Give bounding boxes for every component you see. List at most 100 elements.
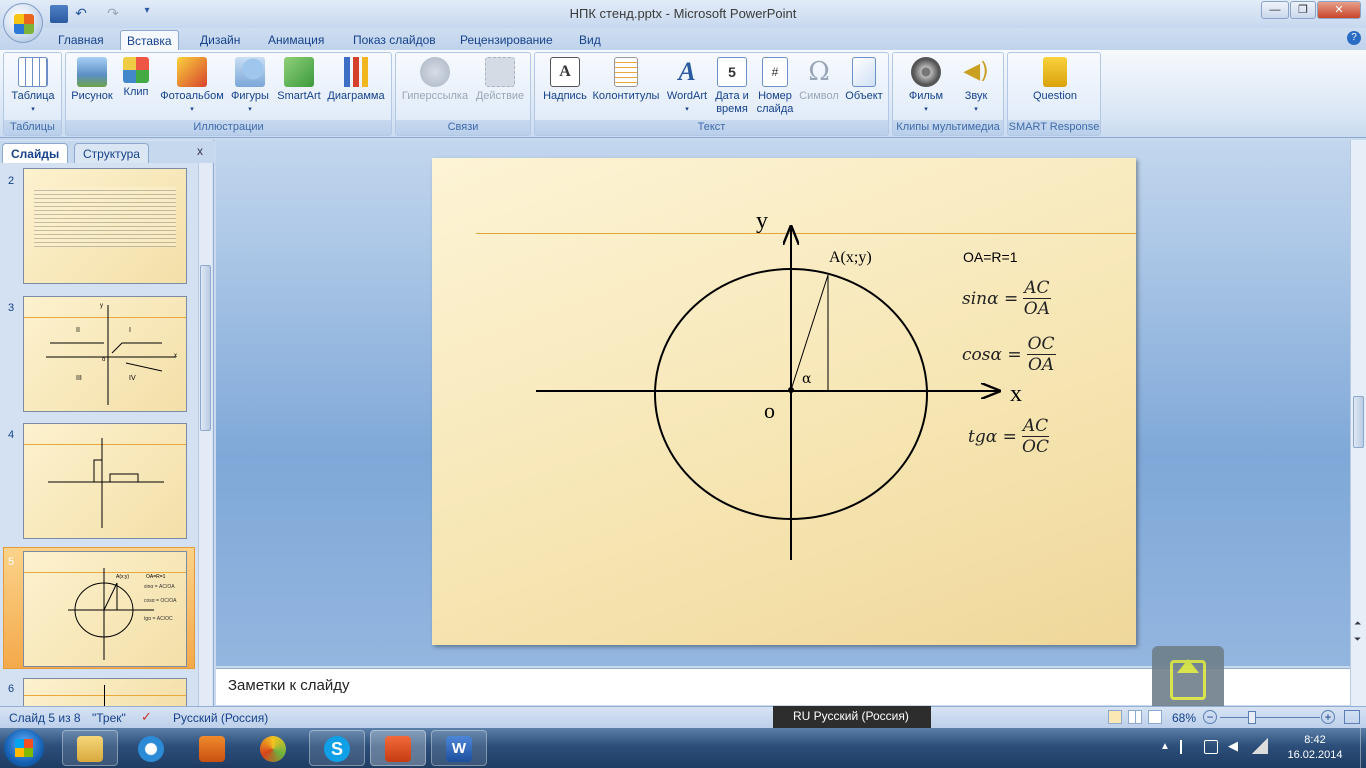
scroll-thumb[interactable] — [1353, 396, 1364, 448]
group-label: Иллюстрации — [66, 120, 391, 135]
photoalbum-icon — [177, 57, 207, 87]
symbol-button[interactable]: Ω Символ — [797, 55, 841, 103]
table-icon — [18, 57, 48, 87]
current-slide[interactable]: y x o α A(x;y) OA=R=1 sinα = AC OA cosα =… — [432, 158, 1136, 645]
slide-thumbnail-2[interactable] — [23, 168, 187, 284]
clipart-button[interactable]: Клип — [118, 55, 154, 99]
tab-design[interactable]: Дизайн — [194, 30, 246, 50]
language-bar[interactable]: RU Русский (Россия) — [773, 706, 931, 728]
previous-slide-icon[interactable]: ⏶ — [1354, 618, 1361, 629]
point-a-label: A(x;y) — [829, 249, 872, 266]
thumb-label: x — [174, 353, 177, 359]
movie-button[interactable]: Фильм ▾ — [899, 55, 953, 116]
symbol-icon: Ω — [808, 57, 830, 87]
slide-sorter-icon[interactable] — [1128, 710, 1142, 724]
slide-thumbnail-6[interactable] — [23, 678, 187, 707]
wordart-button[interactable]: A WordArt ▾ — [663, 55, 711, 116]
slide-number-button[interactable]: # Номер слайда — [753, 55, 797, 116]
slide-thumbnail-3[interactable]: II I III IV y x o — [23, 296, 187, 412]
thumb-label: III — [76, 375, 82, 382]
thumb-text-block — [34, 187, 176, 247]
close-button[interactable]: ✕ — [1317, 1, 1361, 19]
taskbar-word[interactable]: W — [431, 730, 487, 766]
close-pane-icon[interactable]: x — [197, 144, 203, 158]
hyperlink-button[interactable]: Гиперссылка — [400, 55, 470, 103]
shapes-button[interactable]: Фигуры ▾ — [228, 55, 272, 116]
picture-button[interactable]: Рисунок — [69, 55, 115, 103]
tab-outline[interactable]: Структура — [74, 143, 149, 163]
tab-home[interactable]: Главная — [52, 30, 110, 50]
ribbon-tabs: Главная Вставка Дизайн Анимация Показ сл… — [0, 28, 1366, 50]
tab-animation[interactable]: Анимация — [262, 30, 330, 50]
help-icon[interactable]: ? — [1347, 31, 1361, 45]
folder-icon — [77, 736, 103, 762]
minimize-button[interactable]: — — [1261, 1, 1289, 19]
group-label: Клипы мультимедиа — [893, 120, 1003, 135]
normal-view-icon[interactable] — [1108, 710, 1122, 724]
powerpoint-icon — [385, 736, 411, 762]
sound-button[interactable]: ◀) Звук ▾ — [953, 55, 999, 116]
taskbar-ie[interactable] — [123, 730, 179, 766]
thumb-label: y — [100, 303, 103, 309]
tab-view[interactable]: Вид — [573, 30, 607, 50]
header-footer-button[interactable]: Колонтитулы — [591, 55, 661, 103]
tab-review[interactable]: Рецензирование — [454, 30, 559, 50]
object-button[interactable]: Объект — [841, 55, 887, 103]
tab-slideshow[interactable]: Показ слайдов — [347, 30, 442, 50]
taskbar-media-player[interactable] — [184, 730, 240, 766]
slide-thumbnail-5[interactable]: A(x;y) OA=R=1 sinα = AC/OA cosα = OC/OA … — [23, 551, 187, 667]
chart-button[interactable]: Диаграмма — [324, 55, 388, 103]
scroll-thumb[interactable] — [200, 265, 211, 431]
windows-logo-icon — [15, 739, 33, 757]
app-icon — [260, 736, 286, 762]
zoom-in-icon[interactable]: + — [1321, 710, 1335, 724]
theme-name: "Трек" — [92, 711, 126, 725]
date-time-button[interactable]: 5 Дата и время — [711, 55, 753, 116]
show-hidden-icons[interactable]: ▲ — [1160, 741, 1170, 752]
network-icon[interactable] — [1252, 738, 1268, 754]
group-links: Гиперссылка Действие Связи — [395, 52, 531, 136]
tab-insert[interactable]: Вставка — [120, 30, 179, 50]
spellcheck-icon[interactable]: ✓ — [141, 709, 152, 725]
restore-button[interactable]: ❐ — [1290, 1, 1316, 19]
taskbar-powerpoint[interactable] — [370, 730, 426, 766]
slide-thumbnail-4[interactable] — [23, 423, 187, 539]
slideshow-view-icon[interactable] — [1148, 710, 1162, 724]
cos-formula: cosα = OC OA — [962, 334, 1056, 375]
show-desktop-button[interactable] — [1360, 728, 1366, 768]
start-button[interactable] — [4, 729, 44, 767]
taskbar-app[interactable] — [245, 730, 301, 766]
action-button[interactable]: Действие — [472, 55, 528, 103]
question-button[interactable]: Question — [1018, 55, 1092, 103]
textbox-button[interactable]: A Надпись — [539, 55, 591, 103]
window-title: НПК стенд.pptx - Microsoft PowerPoint — [569, 6, 797, 21]
sin-formula: sinα = AC OA — [962, 278, 1051, 319]
photoalbum-button[interactable]: Фотоальбом ▾ — [158, 55, 226, 116]
thumb-label: I — [129, 327, 131, 334]
language-status[interactable]: Русский (Россия) — [173, 711, 268, 725]
taskbar-explorer[interactable] — [62, 730, 118, 766]
flag-icon[interactable] — [1180, 740, 1194, 754]
system-clock[interactable]: 8:42 16.02.2014 — [1280, 733, 1350, 763]
origin-label: o — [764, 398, 775, 423]
office-button[interactable] — [3, 3, 43, 43]
fit-to-window-icon[interactable] — [1344, 710, 1360, 724]
zoom-out-icon[interactable]: − — [1203, 710, 1217, 724]
zoom-slider[interactable] — [1220, 717, 1320, 718]
table-button[interactable]: Таблица ▾ — [8, 55, 58, 116]
zoom-level[interactable]: 68% — [1172, 711, 1196, 725]
shapes-icon — [235, 57, 265, 87]
notes-placeholder[interactable]: Заметки к слайду — [228, 677, 350, 694]
thumb-label: II — [76, 327, 80, 334]
thumb-label: IV — [129, 375, 136, 382]
smartart-button[interactable]: SmartArt — [274, 55, 324, 103]
next-slide-icon[interactable]: ⏷ — [1354, 634, 1361, 645]
slide-scrollbar[interactable]: ⏶ ⏷ — [1350, 140, 1366, 706]
slide-number: 5 — [8, 556, 15, 568]
zoom-slider-thumb[interactable] — [1248, 711, 1256, 724]
volume-icon[interactable]: ◀ — [1228, 738, 1238, 754]
taskbar-skype[interactable]: S — [309, 730, 365, 766]
power-icon[interactable] — [1204, 740, 1218, 754]
thumbnails-scrollbar[interactable] — [198, 163, 212, 706]
tab-slides[interactable]: Слайды — [2, 143, 69, 163]
